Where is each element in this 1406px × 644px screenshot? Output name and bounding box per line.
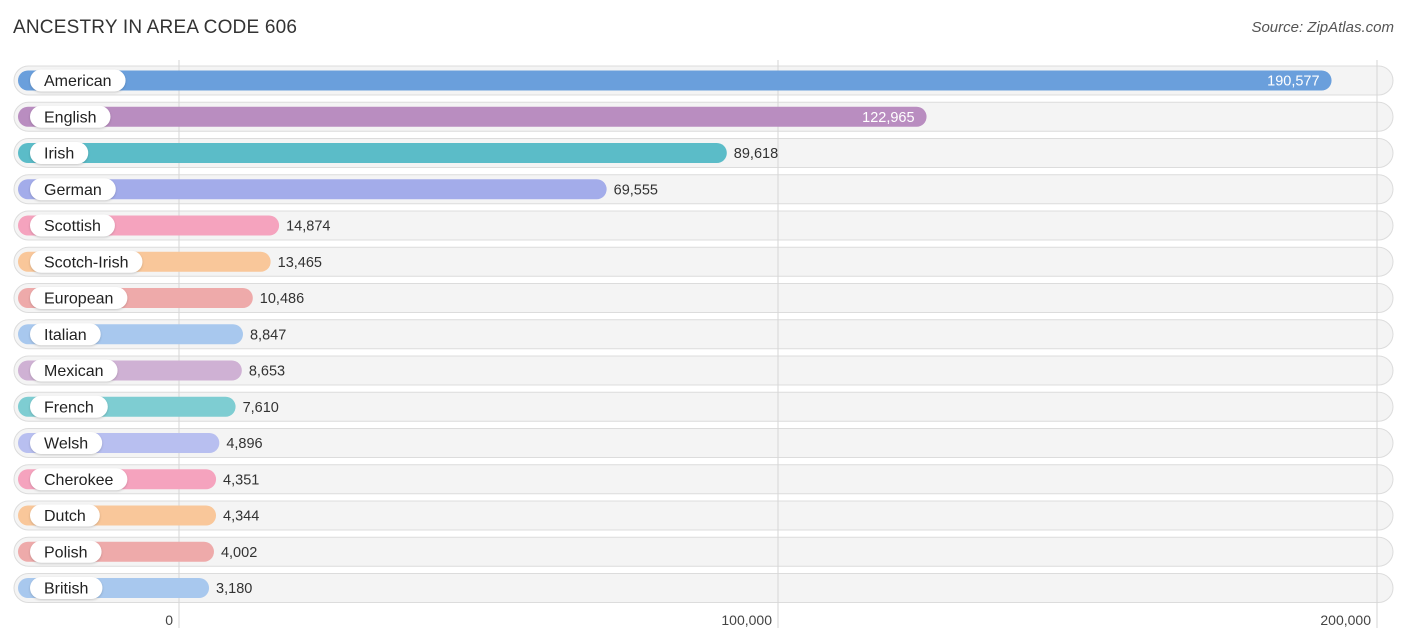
value-label: 4,351 [223,472,259,488]
value-label: 7,610 [243,400,279,416]
category-label: Scottish [44,218,101,235]
value-label: 10,486 [260,291,304,307]
value-label: 190,577 [1267,74,1319,90]
bar-row: European 10,486 [18,287,304,309]
category-label: Irish [44,146,74,163]
x-tick-label: 200,000 [1320,612,1371,628]
bar-row: English 122,965 [18,105,927,128]
value-label: 8,653 [249,364,285,380]
x-tick-label: 0 [165,612,173,628]
category-label: Dutch [44,508,86,525]
bar-row: Cherokee 4,351 [18,468,259,491]
bar-row: American 190,577 [18,69,1332,92]
category-label: Italian [44,327,87,344]
value-label: 4,002 [221,545,257,561]
value-label: 69,555 [614,182,658,198]
category-label: English [44,109,96,126]
bar-row: German 69,555 [18,178,658,201]
category-label: European [44,291,113,308]
bar-row: Irish 89,618 [18,142,778,164]
value-label: 4,344 [223,509,259,525]
bar-track [13,500,1394,531]
category-label: Polish [44,544,88,561]
bar-track [13,428,1394,458]
category-label: British [44,581,88,598]
value-label: 3,180 [216,581,252,597]
bar-row: Dutch 4,344 [18,504,259,527]
bar-row: British 3,180 [18,577,252,599]
value-label: 14,874 [286,219,330,235]
value-label: 122,965 [862,110,914,126]
bar-row: Welsh 4,896 [18,432,263,454]
bar [18,106,927,127]
category-label: French [44,399,94,416]
category-label: Mexican [44,363,104,380]
x-tick-label: 100,000 [721,612,772,628]
value-label: 4,896 [226,436,262,452]
bar [18,143,727,163]
category-label: Welsh [44,436,88,453]
value-label: 8,847 [250,327,286,343]
bar-row: Polish 4,002 [18,540,257,563]
category-label: German [44,182,102,199]
category-label: Scotch-Irish [44,254,128,271]
value-label: 89,618 [734,146,778,162]
value-label: 13,465 [278,255,322,271]
bar-chart: American 190,577 English 122,965 Irish 89,618… [13,60,1394,628]
bar-track [13,464,1394,495]
category-label: American [44,73,112,90]
bar [18,70,1332,91]
category-label: Cherokee [44,472,113,489]
